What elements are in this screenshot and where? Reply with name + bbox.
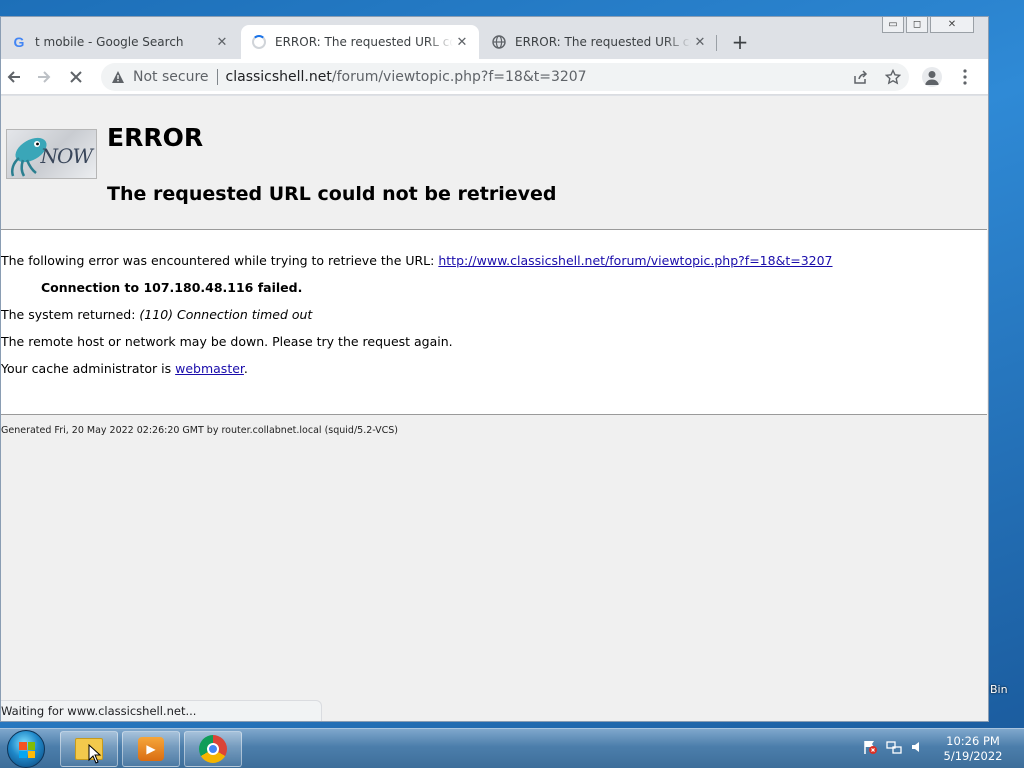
mouse-cursor-icon: [88, 744, 102, 764]
forward-button[interactable]: [31, 64, 57, 90]
webmaster-link[interactable]: webmaster: [175, 361, 244, 376]
tab-error-active[interactable]: ERROR: The requested URL could not be re…: [241, 25, 479, 59]
tab-title: ERROR: The requested URL could not be re…: [275, 35, 453, 49]
forward-arrow-icon: [38, 71, 51, 83]
clock-date: 5/19/2022: [943, 749, 1003, 763]
omnibox-divider: [216, 69, 218, 85]
address-bar[interactable]: Not secure classicshell.net/forum/viewto…: [101, 63, 909, 91]
tab-title: ERROR: The requested URL could not be re…: [515, 35, 691, 49]
share-icon: [853, 69, 867, 84]
taskbar-chrome-button[interactable]: [184, 731, 242, 767]
profile-button[interactable]: [919, 64, 945, 90]
clock-time: 10:26 PM: [946, 734, 1000, 748]
url-host: classicshell.net: [225, 69, 332, 85]
windows-logo-icon: [19, 742, 35, 758]
tab-error-2[interactable]: ERROR: The requested URL could not be re…: [481, 25, 717, 59]
volume-icon[interactable]: [910, 739, 926, 755]
new-tab-button[interactable]: +: [727, 29, 753, 55]
squid-logo: NOW: [6, 129, 97, 179]
taskbar-clock[interactable]: 10:26 PM 5/19/2022: [935, 734, 1011, 764]
intro-text: The following error was encountered whil…: [1, 253, 439, 268]
cache-admin-suffix: .: [243, 361, 248, 376]
tab-separator: [716, 35, 717, 51]
cache-admin-line: Your cache administrator is webmaster.: [1, 361, 248, 376]
connection-failed-text: Connection to 107.180.48.116 failed.: [41, 280, 303, 295]
back-arrow-icon: [7, 71, 20, 83]
intro-line: The following error was encountered whil…: [1, 253, 833, 268]
system-tray: [862, 739, 926, 755]
globe-icon: [491, 34, 507, 50]
recycle-bin-label[interactable]: Bin: [990, 683, 1024, 696]
stop-button[interactable]: [63, 64, 89, 90]
chrome-icon: [199, 735, 227, 763]
action-center-flag-icon[interactable]: [862, 739, 878, 755]
logo-text: NOW: [40, 144, 93, 168]
taskbar: ▶ 10:26 PM 5/19/2022: [0, 728, 1024, 768]
google-g-icon: G: [13, 34, 25, 50]
share-button[interactable]: [847, 64, 873, 90]
page-title: ERROR: [107, 123, 204, 152]
generated-footer: Generated Fri, 20 May 2022 02:26:20 GMT …: [1, 425, 398, 436]
system-returned-label: The system returned:: [1, 307, 140, 322]
status-bubble: Waiting for www.classicshell.net...: [1, 700, 322, 721]
system-returned-line: The system returned: (110) Connection ti…: [1, 307, 312, 322]
tab-google-search[interactable]: G t mobile - Google Search ✕: [1, 25, 239, 59]
cache-admin-text: Your cache administrator is: [1, 361, 176, 376]
network-icon[interactable]: [886, 739, 902, 755]
close-icon[interactable]: ✕: [691, 35, 709, 50]
system-returned-value: (110) Connection timed out: [139, 307, 313, 322]
url-path: /forum/viewtopic.php?f=18&t=3207: [331, 69, 587, 85]
start-button[interactable]: [7, 730, 45, 768]
chrome-window: ▭ ◻ ✕ G t mobile - Google Search ✕ ERROR…: [0, 16, 989, 722]
error-details: The following error was encountered whil…: [1, 230, 987, 414]
kebab-menu-icon: [963, 69, 967, 85]
avatar-icon: [922, 67, 942, 87]
page-subtitle: The requested URL could not be retrieved: [107, 183, 557, 205]
menu-button[interactable]: [952, 64, 978, 90]
stop-x-icon: [70, 71, 82, 83]
tab-title: t mobile - Google Search: [35, 35, 184, 49]
taskbar-media-player-button[interactable]: ▶: [122, 731, 180, 767]
not-secure-label[interactable]: Not secure: [133, 69, 209, 85]
tab-strip: G t mobile - Google Search ✕ ERROR: The …: [1, 25, 988, 59]
requested-url-link[interactable]: http://www.classicshell.net/forum/viewto…: [438, 253, 832, 268]
browser-toolbar: Not secure classicshell.net/forum/viewto…: [1, 59, 988, 95]
bookmark-button[interactable]: [880, 64, 906, 90]
star-icon: [885, 69, 901, 85]
page-content: NOW ERROR The requested URL could not be…: [1, 96, 988, 721]
warning-icon[interactable]: [111, 70, 125, 84]
remote-host-text: The remote host or network may be down. …: [1, 334, 453, 349]
loading-spinner-icon: [251, 34, 267, 50]
bottom-divider: [1, 414, 987, 415]
close-icon[interactable]: ✕: [453, 35, 471, 50]
back-button[interactable]: [1, 64, 27, 90]
close-icon[interactable]: ✕: [213, 35, 231, 50]
media-player-icon: ▶: [138, 737, 164, 761]
